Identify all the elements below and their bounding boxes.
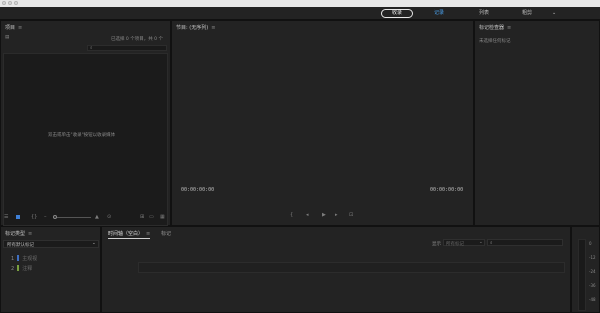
duration-timecode: 00:00:00:00 [430,187,464,193]
marker-filter-value: 所有标记 [446,242,464,247]
marker-types-panel: 标记类型 ≡ 所有默认标记 ⌄ 1 主观视 2 注释 [0,226,101,313]
project-panel-title: 项目 ≡ [5,24,22,31]
list-view-icon[interactable]: ☰ [4,215,8,220]
search-icon: ⌕ [90,46,93,51]
hamburger-icon[interactable]: ≡ [211,25,215,31]
search-input[interactable]: ⌕ [87,45,167,51]
minimize-window-button[interactable] [8,1,12,5]
hamburger-icon[interactable]: ≡ [507,25,511,31]
marker-type-label[interactable]: 注释 [22,266,32,272]
tab-list[interactable]: 列表 [479,10,489,17]
mark-in-icon[interactable]: { [290,213,293,218]
meter-tick-label: -36 [589,283,596,288]
tab-rough-cut[interactable]: 粗剪 [522,10,532,17]
zoom-in-icon[interactable]: ▲ [95,215,99,220]
hamburger-icon[interactable]: ≡ [18,25,22,31]
list-item[interactable]: 1 主观视 [11,255,37,262]
automate-to-sequence-icon[interactable]: ⊙ [107,215,111,220]
chevron-down-icon: ⌄ [92,241,96,246]
meter-tick-label: -12 [589,255,596,260]
filter-label: 显示 [432,242,441,247]
marker-list-area[interactable] [138,262,565,273]
current-timecode[interactable]: 00:00:00:00 [181,187,214,193]
workspace-bar: 收录 记录 列表 粗剪 ⌄ [0,7,600,20]
zoom-out-icon[interactable]: – [44,215,47,220]
meter-tick-label: -24 [589,269,596,274]
folder-icon[interactable]: ▭ [149,215,154,220]
export-frame-icon[interactable]: ⊡ [349,213,353,218]
window-titlebar [0,0,600,7]
marker-inspector-title: 标记检查器 ≡ [479,24,511,31]
program-monitor-title: 节目: (无序列) ≡ [176,24,215,31]
list-item[interactable]: 2 注释 [11,265,32,272]
media-bin-area[interactable] [3,53,168,226]
project-title-text: 项目 [5,25,16,31]
marker-filter-dropdown[interactable]: 所有标记 ⌄ [443,239,485,247]
icon-view-icon[interactable] [16,215,20,219]
zoom-slider-handle[interactable] [53,215,57,219]
marker-shortcut-number: 1 [11,256,15,262]
meter-tick-label: 0 [589,241,592,246]
tab-log[interactable]: 记录 [434,10,444,17]
marker-type-label[interactable]: 主观视 [22,256,37,262]
step-back-icon[interactable]: ◂ [306,213,309,218]
chevron-down-icon: ⌄ [479,240,483,245]
zoom-slider[interactable] [53,217,91,218]
timeline-search-input[interactable]: ⌕ [487,239,563,246]
freeform-view-icon[interactable]: {} [31,215,37,220]
play-icon[interactable]: ▶ [322,213,326,218]
chevron-down-icon[interactable]: ⌄ [552,10,556,17]
timeline-tab-label: 时间轴（空白） [108,231,144,237]
program-monitor-panel: 节目: (无序列) ≡ 00:00:00:00 00:00:00:00 { ◂ ▶… [171,20,474,226]
delete-icon[interactable]: ▦ [160,215,165,220]
marker-color-swatch[interactable] [17,265,20,271]
search-icon: ⌕ [490,241,493,246]
ingest-workspace-button[interactable]: 收录 [381,9,413,18]
marker-inspector-panel: 标记检查器 ≡ 未选择任何标记 [474,20,600,226]
close-window-button[interactable] [2,1,6,5]
no-marker-message: 未选择任何标记 [479,39,511,44]
tab-markers[interactable]: 标记 [161,230,171,237]
marker-types-title: 标记类型 ≡ [5,230,32,237]
marker-set-dropdown[interactable]: 所有默认标记 ⌄ [3,240,99,248]
program-title-text: 节目: (无序列) [176,25,209,31]
meter-tick-label: -48 [589,297,596,302]
empty-bin-message: 双击或单击"收录"按钮以收录媒体 [48,133,116,138]
new-bin-icon[interactable]: ⊞ [140,215,144,220]
step-forward-icon[interactable]: ▸ [335,213,338,218]
tab-timeline[interactable]: 时间轴（空白） ≡ [108,230,151,239]
hamburger-icon[interactable]: ≡ [146,231,150,237]
timeline-panel: 时间轴（空白） ≡ 标记 显示 所有标记 ⌄ ⌕ [101,226,571,313]
folder-icon[interactable]: ▤ [5,35,9,40]
project-panel: 项目 ≡ ▤ 已选择 0 个项目，共 0 个 ⌕ 双击或单击"收录"按钮以收录媒体… [0,20,171,226]
audio-level-meter [578,239,586,311]
marker-types-title-text: 标记类型 [5,231,26,237]
marker-shortcut-number: 2 [11,266,15,272]
selection-count: 已选择 0 个项目，共 0 个 [111,37,163,42]
marker-inspector-title-text: 标记检查器 [479,25,505,31]
marker-set-dropdown-value: 所有默认标记 [7,243,34,248]
hamburger-icon[interactable]: ≡ [28,231,32,237]
zoom-window-button[interactable] [14,1,18,5]
marker-color-swatch[interactable] [17,255,20,261]
